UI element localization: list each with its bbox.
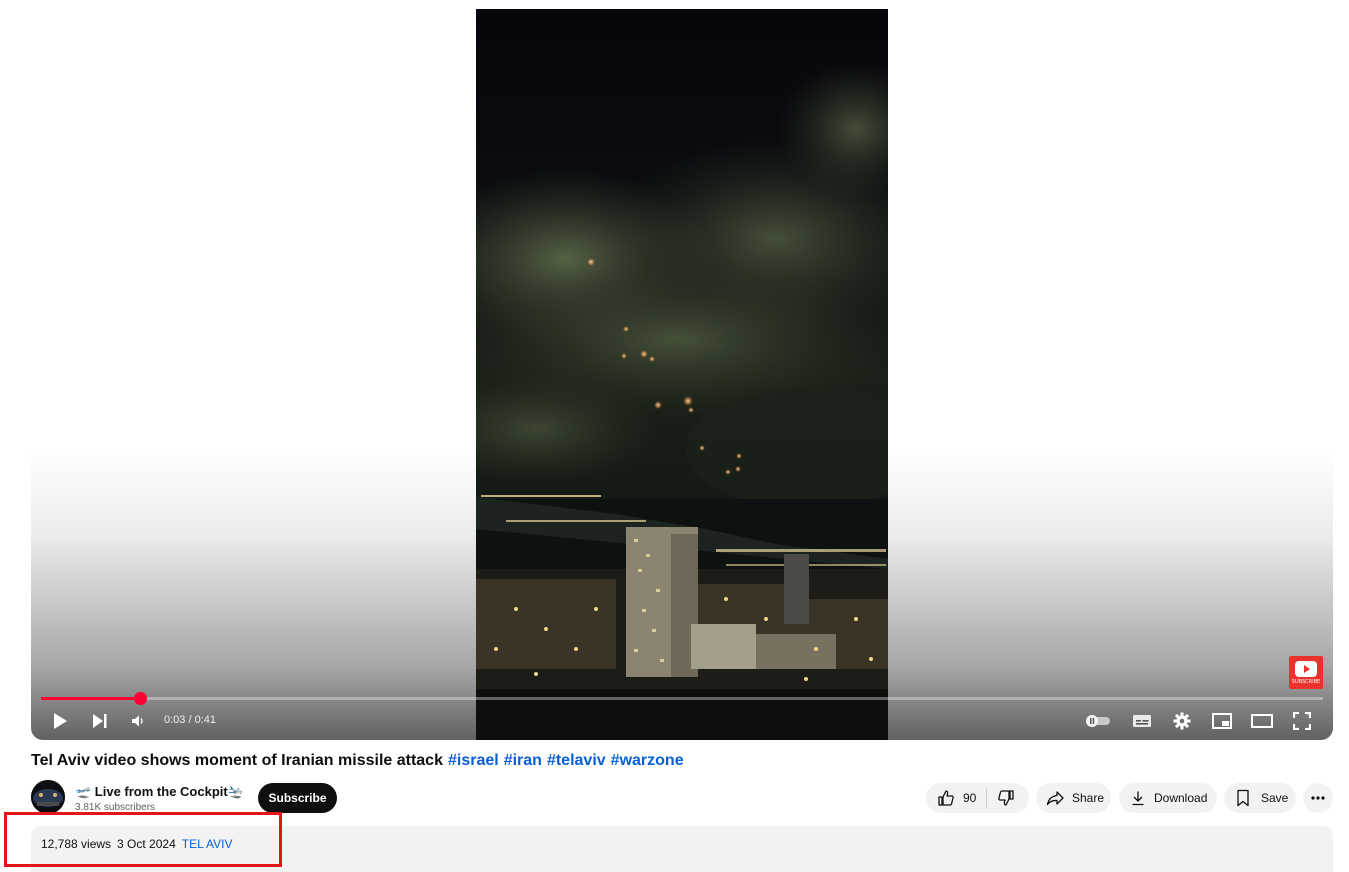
subscriber-count: 3.81K subscribers	[75, 802, 156, 813]
video-title: Tel Aviv video shows moment of Iranian m…	[31, 752, 684, 770]
description-box[interactable]: 12,788 views 3 Oct 2024 TEL AVIV	[31, 826, 1333, 872]
video-scene	[476, 9, 888, 740]
progress-played	[41, 697, 140, 700]
next-button[interactable]	[83, 705, 117, 737]
play-icon	[54, 713, 67, 729]
save-button[interactable]: Save	[1224, 783, 1296, 813]
subtitles-button[interactable]	[1125, 705, 1159, 737]
progress-bar[interactable]	[41, 692, 1323, 705]
video-frame[interactable]	[476, 9, 888, 740]
dislike-button[interactable]	[987, 783, 1029, 813]
thumbs-up-icon	[938, 790, 954, 806]
avatar-image	[31, 780, 65, 814]
miniplayer-button[interactable]	[1205, 705, 1239, 737]
hashtag-link[interactable]: #iran	[504, 752, 542, 769]
share-button[interactable]: Share	[1036, 783, 1111, 813]
more-horizontal-icon	[1311, 796, 1325, 800]
theater-mode-button[interactable]	[1245, 705, 1279, 737]
more-actions-button[interactable]	[1303, 783, 1333, 813]
bookmark-icon	[1237, 789, 1249, 807]
like-count: 90	[963, 791, 977, 805]
thumbs-down-icon	[998, 790, 1014, 806]
play-button[interactable]	[43, 705, 77, 737]
subscribe-watermark[interactable]: SUBSCRIBE	[1289, 656, 1323, 689]
hashtag-link[interactable]: #israel	[448, 752, 499, 769]
video-title-text: Tel Aviv video shows moment of Iranian m…	[31, 752, 443, 769]
like-dislike-group: 90	[926, 783, 1029, 813]
download-label: Download	[1154, 791, 1208, 805]
download-button[interactable]: Download	[1119, 783, 1217, 813]
hashtag-link[interactable]: #telaviv	[547, 752, 606, 769]
subscribe-button[interactable]: Subscribe	[258, 783, 337, 813]
player-controls: 0:03 / 0:41	[31, 705, 1333, 737]
fullscreen-icon	[1293, 712, 1311, 730]
settings-button[interactable]	[1165, 705, 1199, 737]
fullscreen-button[interactable]	[1285, 705, 1319, 737]
location-link[interactable]: TEL AVIV	[182, 837, 233, 851]
scrubber-handle[interactable]	[133, 692, 147, 705]
theater-mode-icon	[1251, 714, 1273, 728]
youtube-logo-icon	[1295, 660, 1317, 677]
settings-icon	[1173, 712, 1191, 730]
watermark-label: SUBSCRIBE	[1291, 678, 1321, 685]
like-button[interactable]: 90	[926, 783, 986, 813]
video-player[interactable]: SUBSCRIBE 0:03 / 0:41	[31, 9, 1333, 740]
description-meta: 12,788 views 3 Oct 2024 TEL AVIV	[41, 837, 232, 851]
subtitles-icon	[1133, 715, 1151, 727]
time-display: 0:03 / 0:41	[164, 714, 216, 726]
share-icon	[1046, 791, 1064, 806]
download-icon	[1132, 791, 1144, 806]
channel-avatar[interactable]	[31, 780, 65, 814]
hashtag-link[interactable]: #warzone	[611, 752, 684, 769]
view-count: 12,788 views	[41, 837, 112, 851]
upload-date: 3 Oct 2024	[117, 837, 176, 851]
channel-name-link[interactable]: 🛫 Live from the Cockpit🛬	[75, 784, 244, 800]
miniplayer-icon	[1212, 713, 1232, 729]
save-label: Save	[1261, 791, 1289, 805]
autoplay-toggle[interactable]	[1081, 705, 1115, 737]
mute-button[interactable]	[121, 705, 155, 737]
next-icon	[93, 714, 107, 728]
share-label: Share	[1072, 791, 1105, 805]
autoplay-toggle-icon	[1086, 715, 1110, 727]
volume-icon	[132, 715, 143, 727]
